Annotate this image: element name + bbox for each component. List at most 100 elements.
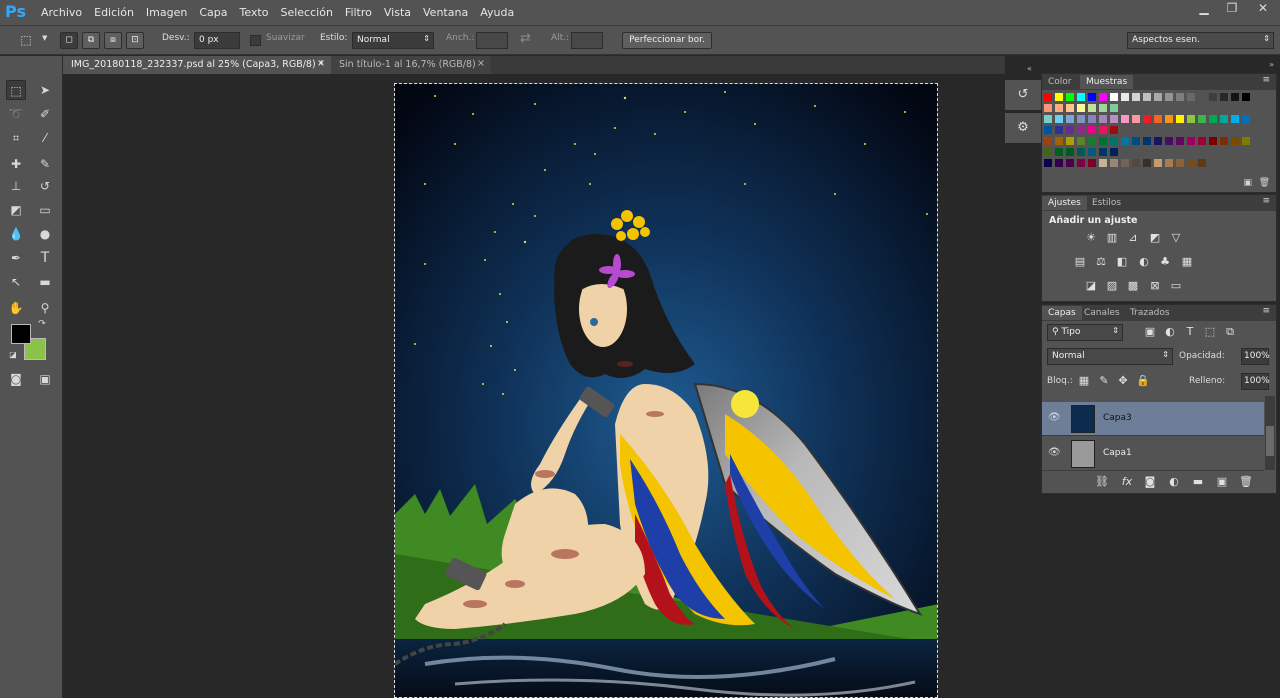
color-swatch[interactable]	[1088, 104, 1096, 112]
panel-menu-icon[interactable]: ≡	[1262, 306, 1270, 316]
height-input[interactable]	[571, 32, 603, 49]
menu-seleccion[interactable]: Selección	[280, 6, 332, 19]
preset-chevron-icon[interactable]: ▼	[42, 34, 47, 42]
foreground-color-swatch[interactable]	[11, 324, 31, 344]
color-swatch[interactable]	[1066, 93, 1074, 101]
blend-mode-select[interactable]: Normal ⇕	[1047, 348, 1173, 365]
color-swatch[interactable]	[1231, 93, 1239, 101]
color-swatch[interactable]	[1099, 148, 1107, 156]
color-swatch[interactable]	[1088, 93, 1096, 101]
color-swatch[interactable]	[1110, 115, 1118, 123]
color-swatch[interactable]	[1154, 115, 1162, 123]
color-swatch[interactable]	[1132, 93, 1140, 101]
panel-dock-collapse-icon[interactable]: »	[1269, 60, 1274, 69]
menu-edicion[interactable]: Edición	[94, 6, 134, 19]
color-swatch[interactable]	[1077, 126, 1085, 134]
healing-brush-icon[interactable]: ✚	[6, 154, 26, 174]
eyedropper-icon[interactable]: ⁄	[35, 128, 55, 148]
refine-edge-button[interactable]: Perfeccionar bor.	[622, 32, 712, 49]
color-swatch[interactable]	[1154, 93, 1162, 101]
color-swatch[interactable]	[1044, 93, 1052, 101]
color-swatch[interactable]	[1176, 93, 1184, 101]
new-swatch-icon[interactable]: ▣	[1243, 178, 1252, 188]
color-swatch[interactable]	[1066, 137, 1074, 145]
filter-smart-object-icon[interactable]: ⧉	[1222, 325, 1238, 339]
vibrance-icon[interactable]: ▽	[1168, 231, 1184, 245]
tab-layers[interactable]: Capas	[1042, 306, 1082, 320]
color-swatch[interactable]	[1165, 115, 1173, 123]
menu-imagen[interactable]: Imagen	[146, 6, 187, 19]
color-swatch[interactable]	[1209, 137, 1217, 145]
color-swatch[interactable]	[1143, 115, 1151, 123]
fill-input[interactable]: 100%	[1241, 373, 1270, 390]
document-tab-active[interactable]: IMG_20180118_232337.psd al 25% (Capa3, R…	[63, 56, 331, 74]
opacity-input[interactable]: 100%	[1241, 348, 1270, 365]
menu-ventana[interactable]: Ventana	[423, 6, 468, 19]
blur-icon[interactable]: 💧	[6, 224, 26, 244]
color-swatch[interactable]	[1044, 115, 1052, 123]
color-swatch[interactable]	[1198, 137, 1206, 145]
color-swatch[interactable]	[1165, 159, 1173, 167]
color-swatch[interactable]	[1242, 137, 1250, 145]
swap-dimensions-icon[interactable]: ⇄	[520, 31, 531, 46]
color-swatch[interactable]	[1088, 126, 1096, 134]
color-swatch[interactable]	[1110, 93, 1118, 101]
color-swatch[interactable]	[1055, 137, 1063, 145]
menu-capa[interactable]: Capa	[199, 6, 227, 19]
new-adjustment-layer-icon[interactable]: ◐	[1166, 475, 1182, 489]
rectangle-shape-icon[interactable]: ▬	[35, 272, 55, 292]
close-tab-icon[interactable]: ×	[477, 58, 485, 69]
color-swatch[interactable]	[1099, 137, 1107, 145]
antialias-checkbox[interactable]	[250, 35, 261, 46]
color-swatch[interactable]	[1099, 104, 1107, 112]
color-swatch[interactable]	[1198, 115, 1206, 123]
color-swatch[interactable]	[1099, 93, 1107, 101]
visibility-eye-icon[interactable]: 👁	[1048, 412, 1061, 423]
tab-channels[interactable]: Canales	[1078, 306, 1126, 320]
color-swatch[interactable]	[1121, 115, 1129, 123]
color-swatch[interactable]	[1088, 137, 1096, 145]
color-balance-icon[interactable]: ⚖	[1093, 255, 1109, 269]
layer-style-fx-icon[interactable]: fx	[1119, 475, 1135, 489]
color-swatch[interactable]	[1220, 115, 1228, 123]
close-tab-icon[interactable]: ×	[317, 58, 325, 69]
color-swatch[interactable]	[1242, 115, 1250, 123]
tab-swatches[interactable]: Muestras	[1080, 75, 1134, 89]
style-select[interactable]: Normal ⇕	[352, 32, 434, 49]
color-swatch[interactable]	[1044, 148, 1052, 156]
panel-menu-icon[interactable]: ≡	[1262, 75, 1270, 85]
color-swatch[interactable]	[1099, 115, 1107, 123]
layer-filter-select[interactable]: ⚲ Tipo ⇕	[1047, 324, 1123, 341]
tab-adjustments[interactable]: Ajustes	[1042, 196, 1087, 210]
rectangular-marquee-icon[interactable]: ⬚	[6, 80, 26, 100]
levels-icon[interactable]: ▥	[1104, 231, 1120, 245]
color-swatch[interactable]	[1187, 115, 1195, 123]
layer-row[interactable]: 👁 Capa1	[1042, 437, 1264, 471]
color-swatch[interactable]	[1055, 126, 1063, 134]
color-swatch[interactable]	[1220, 137, 1228, 145]
artwork-canvas[interactable]	[394, 83, 938, 698]
color-swatch[interactable]	[1044, 104, 1052, 112]
quick-mask-icon[interactable]: ◙	[6, 369, 26, 389]
collapse-panels-icon[interactable]: «	[1027, 64, 1032, 73]
color-swatch[interactable]	[1176, 159, 1184, 167]
type-icon[interactable]: T	[35, 248, 55, 268]
posterize-icon[interactable]: ▨	[1104, 279, 1120, 293]
color-swatch[interactable]	[1176, 115, 1184, 123]
menu-texto[interactable]: Texto	[240, 6, 269, 19]
color-swatch[interactable]	[1143, 93, 1151, 101]
properties-panel-icon[interactable]: ⚙	[1005, 113, 1041, 143]
color-swatch[interactable]	[1044, 159, 1052, 167]
menu-filtro[interactable]: Filtro	[345, 6, 372, 19]
color-swatch[interactable]	[1110, 148, 1118, 156]
color-swatch[interactable]	[1077, 137, 1085, 145]
selective-color-icon[interactable]: ⊠	[1147, 279, 1163, 293]
lock-transparent-icon[interactable]: ▦	[1076, 374, 1092, 388]
lasso-icon[interactable]: ➰	[6, 104, 26, 124]
color-swatch[interactable]	[1143, 137, 1151, 145]
screen-mode-icon[interactable]: ▣	[35, 369, 55, 389]
color-swatch[interactable]	[1187, 159, 1195, 167]
close-button[interactable]: ✕	[1246, 0, 1280, 18]
delete-layer-icon[interactable]: 🗑	[1238, 475, 1254, 489]
tab-color[interactable]: Color	[1042, 75, 1078, 89]
